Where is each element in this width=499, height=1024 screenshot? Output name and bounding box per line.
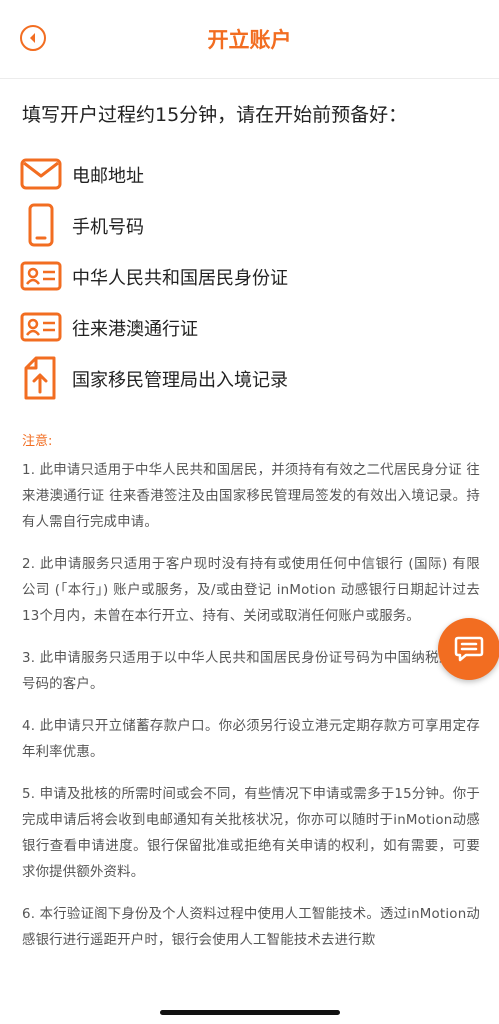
notice-item: 6. 本行验证阁下身份及个人资料过程中使用人工智能技术。透过inMotion动感… [22, 907, 480, 948]
requirement-phone: 手机号码 [20, 203, 480, 254]
page-title: 开立账户 [207, 28, 292, 52]
notice-item: 3. 此申请服务只适用于以中华人民共和国居民身份证号码为中国纳税人识别号码的客户… [22, 651, 480, 692]
requirement-permit: 往来港澳通行证 [20, 305, 480, 356]
chat-bubble-icon [454, 636, 484, 662]
notice-title: 注意: [22, 434, 53, 449]
mobile-phone-icon [28, 203, 54, 247]
requirement-label: 往来港澳通行证 [72, 319, 198, 340]
email-icon [20, 158, 62, 190]
requirement-email: 电邮地址 [20, 152, 480, 203]
notice-item: 2. 此申请服务只适用于客户现时没有持有或使用任何中信银行 (国际) 有限公司 … [22, 557, 480, 624]
requirement-id-card: 中华人民共和国居民身份证 [20, 254, 480, 305]
app-header: 开立账户 [0, 0, 499, 79]
requirements-list: 电邮地址 手机号码 中华人民共和国居民身份证 往来港澳通行证 国家移民管理局出入… [20, 152, 480, 407]
notice-item: 4. 此申请只开立储蓄存款户口。你必须另行设立港元定期存款方可享用定存年利率优惠… [22, 719, 480, 760]
requirement-label: 中华人民共和国居民身份证 [72, 268, 288, 289]
requirement-label: 国家移民管理局出入境记录 [72, 370, 288, 391]
requirement-exit-entry-record: 国家移民管理局出入境记录 [20, 356, 480, 407]
intro-text: 填写开户过程约15分钟，请在开始前预备好： [22, 104, 408, 126]
notice-list: 1. 此申请只适用于中华人民共和国居民，并须持有有效之二代居民身分证 往来港澳通… [22, 458, 480, 970]
requirement-label: 电邮地址 [72, 166, 144, 187]
notice-item: 1. 此申请只适用于中华人民共和国居民，并须持有有效之二代居民身分证 往来港澳通… [22, 463, 480, 530]
home-indicator[interactable] [160, 1010, 340, 1015]
requirement-label: 手机号码 [72, 217, 144, 238]
document-upload-icon [24, 356, 56, 400]
id-card-icon [20, 312, 62, 342]
notice-item: 5. 申请及批核的所需时间或会不同，有些情况下申请或需多于15分钟。你于完成申请… [22, 787, 480, 880]
chat-button[interactable] [438, 618, 499, 680]
id-card-icon [20, 261, 62, 291]
